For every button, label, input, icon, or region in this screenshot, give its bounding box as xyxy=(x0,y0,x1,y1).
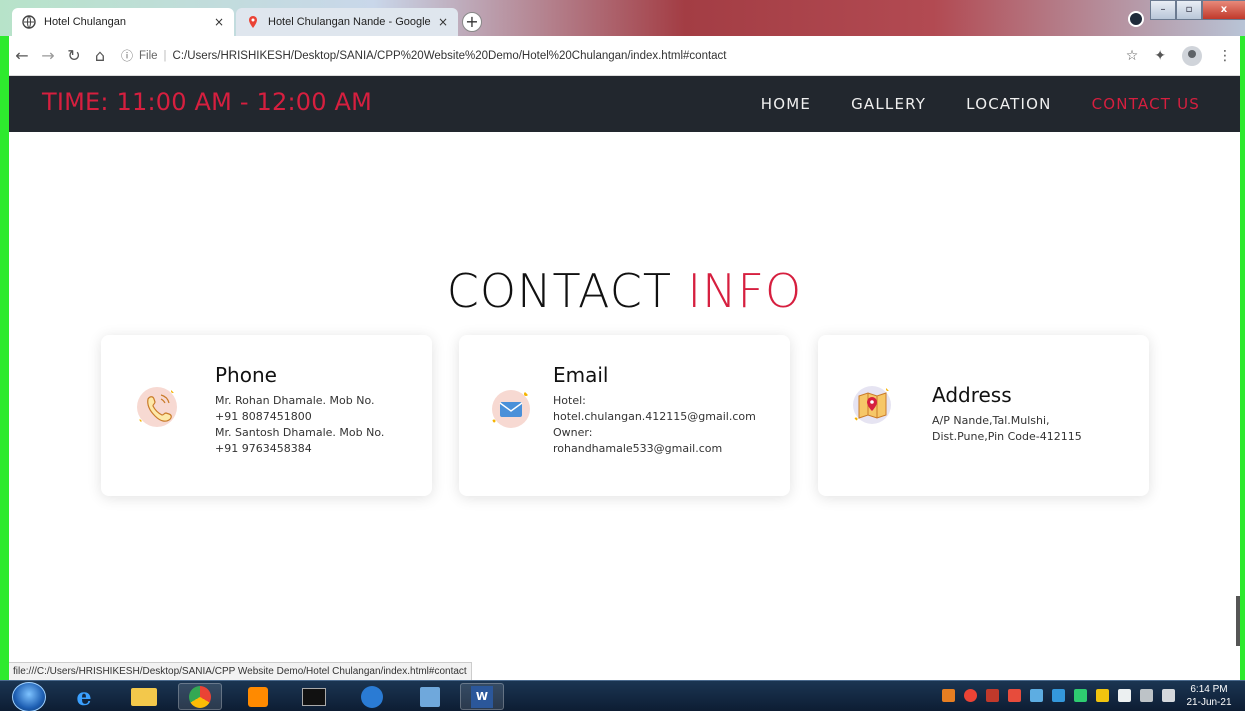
window-controls: – ▫ x xyxy=(1150,0,1245,20)
media-player-icon[interactable] xyxy=(236,683,280,710)
phone-card-body: Phone Mr. Rohan Dhamale. Mob No. +91 808… xyxy=(215,363,384,457)
maximize-button[interactable]: ▫ xyxy=(1176,0,1202,20)
phone-card: Phone Mr. Rohan Dhamale. Mob No. +91 808… xyxy=(101,335,432,496)
phone-icon xyxy=(137,387,177,427)
profile-icon[interactable] xyxy=(1182,46,1202,66)
site-navbar: TIME: 11:00 AM - 12:00 AM HOME GALLERY L… xyxy=(9,76,1240,132)
card-title: Address xyxy=(932,383,1012,407)
card-line: A/P Nande,Tal.Mulshi, xyxy=(932,414,1050,427)
back-arrow-icon[interactable]: ← xyxy=(9,46,35,65)
command-prompt-icon[interactable] xyxy=(292,683,336,710)
tab-google-maps[interactable]: Hotel Chulangan Nande - Google × xyxy=(236,8,458,36)
chrome-icon[interactable] xyxy=(178,683,222,710)
tab-title: Hotel Chulangan xyxy=(44,16,126,28)
clock-time: 6:14 PM xyxy=(1190,684,1228,695)
card-line: Mr. Santosh Dhamale. Mob No. xyxy=(215,426,385,439)
nav-gallery[interactable]: GALLERY xyxy=(851,95,926,113)
forward-arrow-icon[interactable]: → xyxy=(35,46,61,65)
section-title: CONTACT INFO xyxy=(9,264,1240,318)
url-text: C:/Users/HRISHIKESH/Desktop/SANIA/CPP%20… xyxy=(172,49,727,62)
tray-app-icon[interactable] xyxy=(1030,689,1043,702)
email-card: Email Hotel: hotel.chulangan.412115@gmai… xyxy=(459,335,790,496)
toolbar-right: ☆ ✦ ⋮ xyxy=(1126,36,1232,76)
close-window-button[interactable]: x xyxy=(1202,0,1245,20)
network-icon[interactable] xyxy=(408,683,452,710)
email-link[interactable]: hotel.chulangan.412115@gmail.com xyxy=(553,409,756,425)
address-toolbar: ← → ↻ ⌂ ⓘ File | C:/Users/HRISHIKESH/Des… xyxy=(9,36,1240,76)
globe-icon xyxy=(22,15,36,29)
menu-kebab-icon[interactable]: ⋮ xyxy=(1218,48,1232,64)
word-icon[interactable]: W xyxy=(460,683,504,710)
windows-taskbar: e W 6:14 PM 21-Jun-21 xyxy=(0,680,1245,711)
profile-circle-icon[interactable] xyxy=(1128,11,1144,27)
signal-icon[interactable] xyxy=(1140,689,1153,702)
web-page: TIME: 11:00 AM - 12:00 AM HOME GALLERY L… xyxy=(9,76,1240,680)
system-tray xyxy=(942,689,1175,702)
card-line: Hotel: xyxy=(553,394,586,407)
tab-title: Hotel Chulangan Nande - Google xyxy=(268,16,431,28)
email-card-body: Email Hotel: hotel.chulangan.412115@gmai… xyxy=(553,363,756,457)
home-icon[interactable]: ⌂ xyxy=(87,46,113,65)
scrollbar[interactable] xyxy=(1236,596,1240,646)
file-explorer-icon[interactable] xyxy=(122,683,166,710)
nav-contact-us[interactable]: CONTACT US xyxy=(1092,95,1200,113)
tab-close-icon[interactable]: × xyxy=(438,15,448,29)
address-card-body: Address A/P Nande,Tal.Mulshi, Dist.Pune,… xyxy=(932,383,1082,445)
url-separator: | xyxy=(163,49,167,62)
card-title: Phone xyxy=(215,363,277,387)
address-card: Address A/P Nande,Tal.Mulshi, Dist.Pune,… xyxy=(818,335,1149,496)
title-part-2: INFO xyxy=(687,264,803,318)
start-button[interactable] xyxy=(12,682,46,711)
info-icon[interactable]: ⓘ xyxy=(121,47,133,64)
tray-flag-icon[interactable] xyxy=(1096,689,1109,702)
nav-location[interactable]: LOCATION xyxy=(966,95,1051,113)
tray-chrome-icon[interactable] xyxy=(964,689,977,702)
battery-icon[interactable] xyxy=(1118,689,1131,702)
card-line: Owner: xyxy=(553,426,593,439)
email-link[interactable]: rohandhamale533@gmail.com xyxy=(553,441,756,457)
new-tab-button[interactable]: + xyxy=(462,12,482,32)
address-input[interactable]: ⓘ File | C:/Users/HRISHIKESH/Desktop/SAN… xyxy=(121,47,727,64)
minimize-button[interactable]: – xyxy=(1150,0,1176,20)
tray-app-icon[interactable] xyxy=(986,689,999,702)
internet-explorer-icon[interactable]: e xyxy=(62,682,106,711)
title-part-1: CONTACT xyxy=(446,264,688,318)
card-title: Email xyxy=(553,363,609,387)
tray-app-icon[interactable] xyxy=(1008,689,1021,702)
card-line: Mr. Rohan Dhamale. Mob No. xyxy=(215,394,375,407)
tray-app-icon[interactable] xyxy=(1052,689,1065,702)
clock-date: 21-Jun-21 xyxy=(1186,697,1232,708)
tray-app-icon[interactable] xyxy=(1074,689,1087,702)
map-icon xyxy=(853,386,891,424)
extensions-icon[interactable]: ✦ xyxy=(1154,48,1166,64)
star-icon[interactable]: ☆ xyxy=(1126,48,1139,64)
link-status-bar: file:///C:/Users/HRISHIKESH/Desktop/SANI… xyxy=(9,662,472,680)
tray-app-icon[interactable] xyxy=(942,689,955,702)
volume-icon[interactable] xyxy=(1162,689,1175,702)
taskbar-clock[interactable]: 6:14 PM 21-Jun-21 xyxy=(1181,683,1237,709)
app-crescent-icon[interactable] xyxy=(350,683,394,710)
envelope-icon xyxy=(492,390,530,428)
tab-hotel-chulangan[interactable]: Hotel Chulangan × xyxy=(12,8,234,36)
map-pin-icon xyxy=(249,16,257,28)
card-line: Dist.Pune,Pin Code-412115 xyxy=(932,430,1082,443)
tab-close-icon[interactable]: × xyxy=(214,15,224,29)
phone-number[interactable]: +91 8087451800 xyxy=(215,409,384,425)
opening-hours: TIME: 11:00 AM - 12:00 AM xyxy=(42,88,373,116)
nav-home[interactable]: HOME xyxy=(761,95,811,113)
browser-tab-strip: Hotel Chulangan × Hotel Chulangan Nande … xyxy=(0,0,1245,36)
reload-icon[interactable]: ↻ xyxy=(61,46,87,65)
url-scheme: File xyxy=(139,49,158,62)
phone-number[interactable]: +91 9763458384 xyxy=(215,441,384,457)
nav-links: HOME GALLERY LOCATION CONTACT US xyxy=(761,76,1200,132)
